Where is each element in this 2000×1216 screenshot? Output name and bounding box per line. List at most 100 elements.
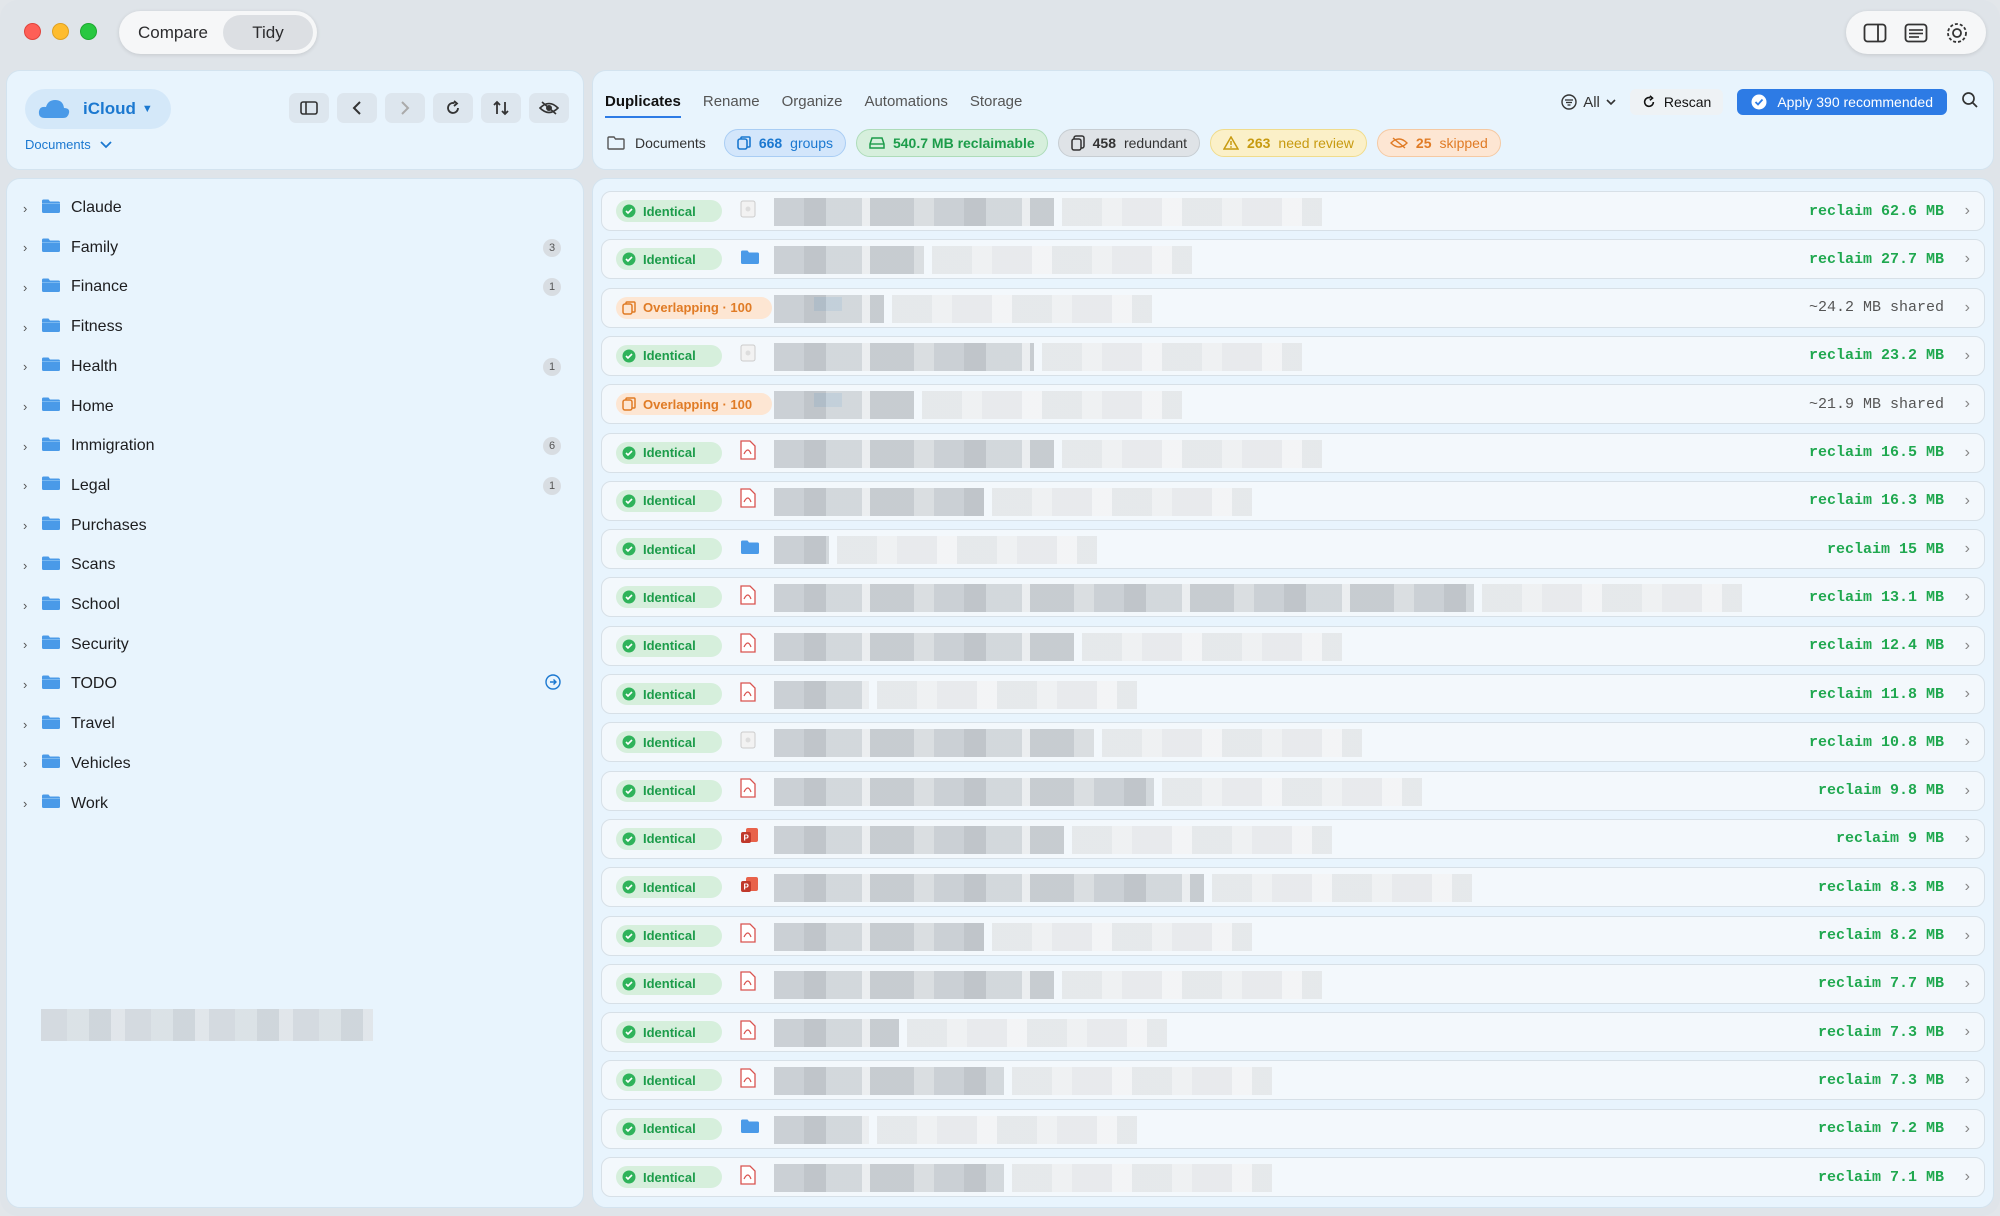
tab-duplicates[interactable]: Duplicates <box>605 93 681 118</box>
chevron-right-icon[interactable]: › <box>23 677 37 692</box>
sidebar-item-immigration[interactable]: › Immigration 6 <box>23 431 573 461</box>
chevron-right-icon[interactable]: › <box>23 756 37 771</box>
chevron-right-icon[interactable]: › <box>23 280 37 295</box>
sort-icon[interactable] <box>481 93 521 123</box>
chevron-right-icon[interactable]: › <box>23 558 37 573</box>
table-row[interactable]: Identical Preclaim 9 MB › <box>601 818 1985 859</box>
table-row[interactable]: Identical reclaim 7.3 MB › <box>601 1060 1985 1101</box>
chevron-right-icon[interactable]: › <box>1965 1071 1970 1089</box>
chevron-right-icon[interactable]: › <box>23 240 37 255</box>
table-row[interactable]: Identical reclaim 7.1 MB › <box>601 1157 1985 1197</box>
chevron-right-icon[interactable]: › <box>23 518 37 533</box>
forward-icon[interactable] <box>385 93 425 123</box>
table-row[interactable]: Identical reclaim 7.3 MB › <box>601 1012 1985 1053</box>
chevron-right-icon[interactable]: › <box>23 478 37 493</box>
arrow-circle-icon[interactable] <box>545 674 561 695</box>
tab-storage[interactable]: Storage <box>970 93 1023 118</box>
apply-recommended-button[interactable]: Apply 390 recommended <box>1737 89 1947 115</box>
skipped-chip[interactable]: 25 skipped <box>1376 129 1501 157</box>
table-row[interactable]: Identical reclaim 12.4 MB › <box>601 625 1985 666</box>
tab-automations[interactable]: Automations <box>864 93 947 118</box>
chevron-right-icon[interactable]: › <box>1965 878 1970 896</box>
chevron-right-icon[interactable]: › <box>1965 1023 1970 1041</box>
table-row[interactable]: Identical reclaim 9.8 MB › <box>601 770 1985 811</box>
chevron-right-icon[interactable]: › <box>1965 395 1970 413</box>
sidebar-item-claude[interactable]: › Claude <box>23 193 573 223</box>
settings-gear-icon[interactable] <box>1944 20 1970 46</box>
chevron-right-icon[interactable]: › <box>23 637 37 652</box>
close-window-button[interactable] <box>24 23 41 40</box>
chevron-right-icon[interactable]: › <box>1965 733 1970 751</box>
sidebar-item-purchases[interactable]: › Purchases <box>23 511 573 541</box>
chevron-right-icon[interactable]: › <box>23 439 37 454</box>
reclaimable-chip[interactable]: 540.7 MB reclaimable <box>855 129 1048 157</box>
minimize-window-button[interactable] <box>52 23 69 40</box>
compare-segment[interactable]: Compare <box>123 15 223 50</box>
breadcrumb[interactable]: Documents <box>25 137 113 152</box>
chevron-right-icon[interactable]: › <box>1965 444 1970 462</box>
chevron-right-icon[interactable]: › <box>1965 927 1970 945</box>
table-row[interactable]: Identical reclaim 13.1 MB › <box>601 577 1985 618</box>
redundant-chip[interactable]: 458 redundant <box>1057 129 1201 157</box>
sidebar-item-finance[interactable]: › Finance 1 <box>23 272 573 302</box>
groups-chip[interactable]: 668 groups <box>723 129 846 157</box>
chevron-right-icon[interactable]: › <box>1965 299 1970 317</box>
table-row[interactable]: Overlapping · 100 ~21.9 MB shared › <box>601 384 1985 425</box>
chevron-right-icon[interactable]: › <box>1965 1120 1970 1138</box>
list-view-icon[interactable] <box>1903 20 1929 46</box>
chevron-right-icon[interactable]: › <box>23 796 37 811</box>
sidebar-item-family[interactable]: › Family 3 <box>23 233 573 263</box>
chevron-right-icon[interactable]: › <box>1965 588 1970 606</box>
sidebar-item-scans[interactable]: › Scans <box>23 550 573 580</box>
sidebar-item-fitness[interactable]: › Fitness <box>23 312 573 342</box>
sidebar-item-health[interactable]: › Health 1 <box>23 352 573 382</box>
sidebar-item-todo[interactable]: › TODO <box>23 669 573 699</box>
table-row[interactable]: Identical reclaim 16.5 MB › <box>601 432 1985 473</box>
table-row[interactable]: Identical reclaim 23.2 MB › <box>601 335 1985 376</box>
sidebar-panel-icon[interactable] <box>1862 20 1888 46</box>
sidebar-item-travel[interactable]: › Travel <box>23 709 573 739</box>
rescan-button[interactable]: Rescan <box>1629 89 1724 115</box>
chevron-right-icon[interactable]: › <box>1965 492 1970 510</box>
table-row[interactable]: Identical reclaim 8.2 MB › <box>601 915 1985 956</box>
scope-folder[interactable]: Documents <box>607 135 706 151</box>
visibility-icon[interactable] <box>529 93 569 123</box>
back-icon[interactable] <box>337 93 377 123</box>
sidebar-item-school[interactable]: › School <box>23 590 573 620</box>
chevron-right-icon[interactable]: › <box>1965 540 1970 558</box>
zoom-window-button[interactable] <box>80 23 97 40</box>
table-row[interactable]: Identical reclaim 27.7 MB › <box>601 239 1985 280</box>
chevron-right-icon[interactable]: › <box>1965 347 1970 365</box>
tab-rename[interactable]: Rename <box>703 93 760 118</box>
tab-organize[interactable]: Organize <box>782 93 843 118</box>
chevron-right-icon[interactable]: › <box>1965 782 1970 800</box>
sidebar-item-security[interactable]: › Security <box>23 630 573 660</box>
sidebar-item-home[interactable]: › Home <box>23 392 573 422</box>
tidy-segment[interactable]: Tidy <box>223 15 313 50</box>
table-row[interactable]: Identical reclaim 10.8 MB › <box>601 722 1985 763</box>
filter-dropdown[interactable]: All <box>1561 94 1616 111</box>
sidebar-item-legal[interactable]: › Legal 1 <box>23 471 573 501</box>
sidebar-item-vehicles[interactable]: › Vehicles <box>23 749 573 779</box>
table-row[interactable]: Identical reclaim 16.3 MB › <box>601 480 1985 521</box>
chevron-right-icon[interactable]: › <box>1965 250 1970 268</box>
chevron-right-icon[interactable]: › <box>23 201 37 216</box>
chevron-right-icon[interactable]: › <box>1965 202 1970 220</box>
chevron-right-icon[interactable]: › <box>23 399 37 414</box>
review-chip[interactable]: 263 need review <box>1210 129 1367 157</box>
chevron-right-icon[interactable]: › <box>1965 1168 1970 1186</box>
location-picker[interactable]: iCloud ▼ <box>25 89 171 129</box>
table-row[interactable]: Identical Preclaim 8.3 MB › <box>601 867 1985 908</box>
chevron-right-icon[interactable]: › <box>23 717 37 732</box>
table-row[interactable]: Identical reclaim 62.6 MB › <box>601 191 1985 231</box>
chevron-right-icon[interactable]: › <box>1965 685 1970 703</box>
table-row[interactable]: Overlapping · 100 ~24.2 MB shared › <box>601 287 1985 328</box>
chevron-right-icon[interactable]: › <box>1965 830 1970 848</box>
chevron-right-icon[interactable]: › <box>23 598 37 613</box>
refresh-icon[interactable] <box>433 93 473 123</box>
chevron-right-icon[interactable]: › <box>1965 975 1970 993</box>
table-row[interactable]: Identical reclaim 7.2 MB › <box>601 1108 1985 1149</box>
search-icon[interactable] <box>1961 91 1979 114</box>
sidebar-toggle-icon[interactable] <box>289 93 329 123</box>
chevron-right-icon[interactable]: › <box>23 320 37 335</box>
